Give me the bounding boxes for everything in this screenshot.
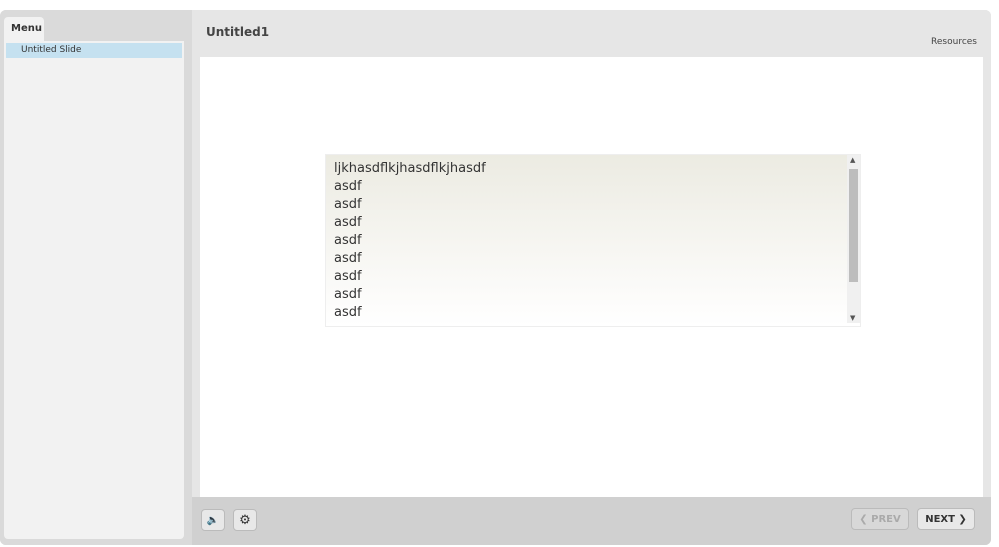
text-entry-content[interactable]: ljkhasdflkjhasdflkjhasdf asdf asdf asdf …: [326, 155, 860, 322]
presentation-title: Untitled1: [206, 25, 270, 39]
sidebar: Menu Untitled Slide: [0, 10, 192, 545]
scroll-down-icon[interactable]: ▼: [850, 314, 855, 322]
main-area: Untitled1 Resources ljkhasdflkjhasdflkjh…: [192, 10, 991, 545]
menu-panel: Untitled Slide: [4, 41, 184, 539]
scroll-up-icon[interactable]: ▲: [850, 156, 855, 164]
resources-link[interactable]: Resources: [931, 37, 977, 47]
scrollbar-thumb[interactable]: [849, 169, 858, 282]
speaker-icon: 🔈: [206, 514, 220, 526]
text-entry-box[interactable]: ljkhasdflkjhasdflkjhasdf asdf asdf asdf …: [325, 154, 861, 327]
volume-button[interactable]: 🔈: [201, 509, 225, 531]
settings-button[interactable]: ⚙: [233, 509, 257, 531]
tab-menu[interactable]: Menu: [4, 17, 44, 41]
control-bar: 🔈 ⚙ ❮ PREV NEXT ❯: [192, 497, 991, 545]
player: Menu Untitled Slide Untitled1 Resources …: [0, 10, 991, 545]
gear-icon: ⚙: [239, 512, 251, 528]
scrollbar[interactable]: ▲ ▼: [847, 155, 860, 323]
next-button[interactable]: NEXT ❯: [917, 508, 975, 530]
slide-stage: ljkhasdflkjhasdflkjhasdf asdf asdf asdf …: [200, 57, 983, 497]
prev-button[interactable]: ❮ PREV: [851, 508, 909, 530]
menu-item-untitled-slide[interactable]: Untitled Slide: [6, 43, 182, 58]
